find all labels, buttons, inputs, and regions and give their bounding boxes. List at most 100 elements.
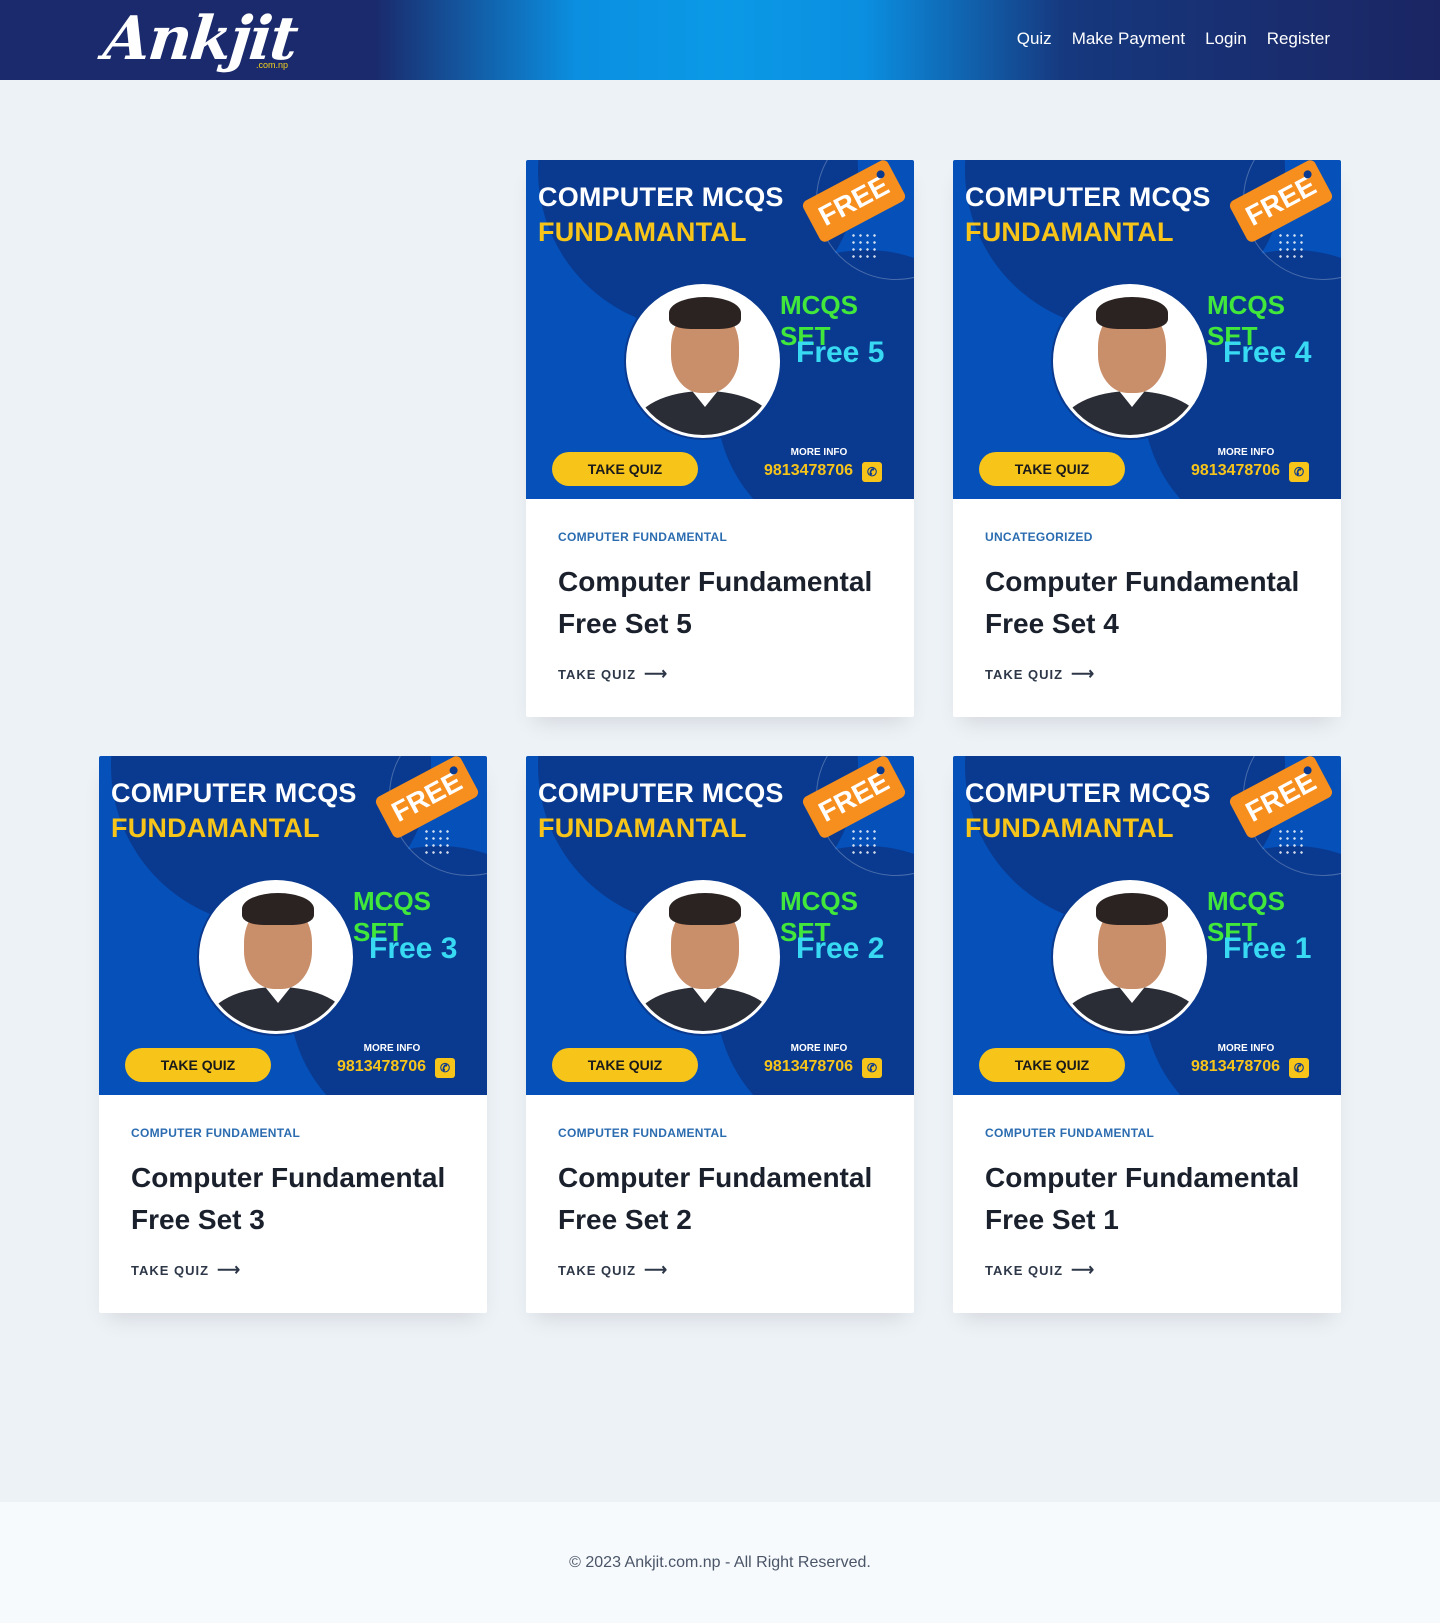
post-thumbnail[interactable]: COMPUTER MCQS FUNDAMANTAL FREE MCQS SET … bbox=[526, 160, 914, 499]
post-category-link[interactable]: COMPUTER FUNDAMENTAL bbox=[558, 529, 882, 545]
post-title[interactable]: Computer Fundamental Free Set 1 bbox=[985, 1157, 1309, 1241]
author-portrait bbox=[1053, 284, 1207, 438]
copyright-text: © 2023 Ankjit.com.np - All Right Reserve… bbox=[569, 1554, 871, 1571]
free-set-number: Free 1 bbox=[1223, 932, 1312, 965]
thumbnail-heading: COMPUTER MCQS FUNDAMANTAL bbox=[538, 180, 784, 250]
thumbnail-line2: FUNDAMANTAL bbox=[965, 813, 1174, 843]
more-info-label: MORE INFO bbox=[790, 1043, 848, 1054]
take-quiz-label: TAKE QUIZ bbox=[558, 667, 637, 682]
long-arrow-right-icon: ⟶ bbox=[644, 1262, 669, 1279]
thumbnail-take-quiz-badge: TAKE QUIZ bbox=[979, 452, 1125, 486]
thumbnail-heading: COMPUTER MCQS FUNDAMANTAL bbox=[538, 776, 784, 846]
phone-number: 9813478706 bbox=[1191, 1058, 1280, 1075]
thumbnail-heading: COMPUTER MCQS FUNDAMANTAL bbox=[965, 180, 1211, 250]
author-portrait bbox=[1053, 880, 1207, 1034]
post-card-body: COMPUTER FUNDAMENTAL Computer Fundamenta… bbox=[99, 1095, 487, 1280]
thumbnail-line2: FUNDAMANTAL bbox=[111, 813, 320, 843]
take-quiz-link[interactable]: TAKE QUIZ ⟶ bbox=[985, 666, 1096, 683]
free-set-number: Free 5 bbox=[796, 336, 885, 369]
long-arrow-right-icon: ⟶ bbox=[1071, 1262, 1096, 1279]
main-nav: Quiz Make Payment Login Register bbox=[1007, 28, 1340, 50]
phone-number: 9813478706 bbox=[337, 1058, 426, 1075]
post-card: COMPUTER MCQS FUNDAMANTAL FREE MCQS SET … bbox=[526, 160, 914, 717]
thumbnail-line1: COMPUTER MCQS bbox=[111, 778, 357, 808]
author-portrait bbox=[199, 880, 353, 1034]
take-quiz-label: TAKE QUIZ bbox=[985, 667, 1064, 682]
post-title[interactable]: Computer Fundamental Free Set 4 bbox=[985, 561, 1309, 645]
thumbnail-line1: COMPUTER MCQS bbox=[965, 182, 1211, 212]
more-info-label: MORE INFO bbox=[363, 1043, 421, 1054]
post-thumbnail[interactable]: COMPUTER MCQS FUNDAMANTAL FREE MCQS SET … bbox=[953, 756, 1341, 1095]
post-card: COMPUTER MCQS FUNDAMANTAL FREE MCQS SET … bbox=[953, 756, 1341, 1313]
thumbnail-line2: FUNDAMANTAL bbox=[965, 217, 1174, 247]
thumbnail-line1: COMPUTER MCQS bbox=[965, 778, 1211, 808]
post-card-body: COMPUTER FUNDAMENTAL Computer Fundamenta… bbox=[526, 499, 914, 684]
site-logo[interactable]: Ankjit .com.np bbox=[100, 4, 299, 76]
long-arrow-right-icon: ⟶ bbox=[1071, 666, 1096, 683]
post-category-link[interactable]: COMPUTER FUNDAMENTAL bbox=[558, 1125, 882, 1141]
dot-grid-icon bbox=[423, 828, 451, 856]
post-card-body: COMPUTER FUNDAMENTAL Computer Fundamenta… bbox=[526, 1095, 914, 1280]
take-quiz-link[interactable]: TAKE QUIZ ⟶ bbox=[558, 666, 669, 683]
dot-grid-icon bbox=[1277, 232, 1305, 260]
phone-icon: ✆ bbox=[1289, 1058, 1309, 1078]
post-category-link[interactable]: COMPUTER FUNDAMENTAL bbox=[131, 1125, 455, 1141]
post-card: COMPUTER MCQS FUNDAMANTAL FREE MCQS SET … bbox=[526, 756, 914, 1313]
nav-link-register[interactable]: Register bbox=[1257, 28, 1340, 50]
post-title[interactable]: Computer Fundamental Free Set 2 bbox=[558, 1157, 882, 1241]
logo-subtext: .com.np bbox=[256, 60, 289, 70]
phone-number: 9813478706 bbox=[764, 462, 853, 479]
dot-grid-icon bbox=[1277, 828, 1305, 856]
thumbnail-heading: COMPUTER MCQS FUNDAMANTAL bbox=[965, 776, 1211, 846]
post-category-link[interactable]: COMPUTER FUNDAMENTAL bbox=[985, 1125, 1309, 1141]
thumbnail-heading: COMPUTER MCQS FUNDAMANTAL bbox=[111, 776, 357, 846]
site-footer: © 2023 Ankjit.com.np - All Right Reserve… bbox=[0, 1502, 1440, 1623]
post-thumbnail[interactable]: COMPUTER MCQS FUNDAMANTAL FREE MCQS SET … bbox=[526, 756, 914, 1095]
more-info-label: MORE INFO bbox=[1217, 1043, 1275, 1054]
phone-number: 9813478706 bbox=[764, 1058, 853, 1075]
phone-icon: ✆ bbox=[435, 1058, 455, 1078]
free-set-number: Free 4 bbox=[1223, 336, 1312, 369]
take-quiz-link[interactable]: TAKE QUIZ ⟶ bbox=[985, 1262, 1096, 1279]
thumbnail-take-quiz-badge: TAKE QUIZ bbox=[979, 1048, 1125, 1082]
nav-link-make-payment[interactable]: Make Payment bbox=[1062, 28, 1195, 50]
post-title[interactable]: Computer Fundamental Free Set 3 bbox=[131, 1157, 455, 1241]
post-thumbnail[interactable]: COMPUTER MCQS FUNDAMANTAL FREE MCQS SET … bbox=[953, 160, 1341, 499]
phone-number: 9813478706 bbox=[1191, 462, 1280, 479]
take-quiz-label: TAKE QUIZ bbox=[558, 1263, 637, 1278]
free-set-number: Free 2 bbox=[796, 932, 885, 965]
post-category-link[interactable]: UNCATEGORIZED bbox=[985, 529, 1309, 545]
dot-grid-icon bbox=[850, 232, 878, 260]
post-card: COMPUTER MCQS FUNDAMANTAL FREE MCQS SET … bbox=[99, 756, 487, 1313]
thumbnail-line1: COMPUTER MCQS bbox=[538, 778, 784, 808]
post-title[interactable]: Computer Fundamental Free Set 5 bbox=[558, 561, 882, 645]
post-card-body: UNCATEGORIZED Computer Fundamental Free … bbox=[953, 499, 1341, 684]
nav-link-quiz[interactable]: Quiz bbox=[1007, 28, 1062, 50]
phone-icon: ✆ bbox=[862, 1058, 882, 1078]
thumbnail-take-quiz-badge: TAKE QUIZ bbox=[552, 1048, 698, 1082]
phone-icon: ✆ bbox=[862, 462, 882, 482]
thumbnail-line2: FUNDAMANTAL bbox=[538, 813, 747, 843]
author-portrait bbox=[626, 284, 780, 438]
dot-grid-icon bbox=[850, 828, 878, 856]
long-arrow-right-icon: ⟶ bbox=[217, 1262, 242, 1279]
site-header: Ankjit .com.np Quiz Make Payment Login R… bbox=[0, 0, 1440, 80]
nav-link-login[interactable]: Login bbox=[1195, 28, 1257, 50]
thumbnail-line2: FUNDAMANTAL bbox=[538, 217, 747, 247]
more-info-label: MORE INFO bbox=[1217, 447, 1275, 458]
take-quiz-label: TAKE QUIZ bbox=[131, 1263, 210, 1278]
thumbnail-line1: COMPUTER MCQS bbox=[538, 182, 784, 212]
thumbnail-take-quiz-badge: TAKE QUIZ bbox=[125, 1048, 271, 1082]
post-card-body: COMPUTER FUNDAMENTAL Computer Fundamenta… bbox=[953, 1095, 1341, 1280]
post-card: COMPUTER MCQS FUNDAMANTAL FREE MCQS SET … bbox=[953, 160, 1341, 717]
free-set-number: Free 3 bbox=[369, 932, 458, 965]
long-arrow-right-icon: ⟶ bbox=[644, 666, 669, 683]
author-portrait bbox=[626, 880, 780, 1034]
thumbnail-take-quiz-badge: TAKE QUIZ bbox=[552, 452, 698, 486]
take-quiz-link[interactable]: TAKE QUIZ ⟶ bbox=[131, 1262, 242, 1279]
post-thumbnail[interactable]: COMPUTER MCQS FUNDAMANTAL FREE MCQS SET … bbox=[99, 756, 487, 1095]
take-quiz-label: TAKE QUIZ bbox=[985, 1263, 1064, 1278]
phone-icon: ✆ bbox=[1289, 462, 1309, 482]
more-info-label: MORE INFO bbox=[790, 447, 848, 458]
take-quiz-link[interactable]: TAKE QUIZ ⟶ bbox=[558, 1262, 669, 1279]
